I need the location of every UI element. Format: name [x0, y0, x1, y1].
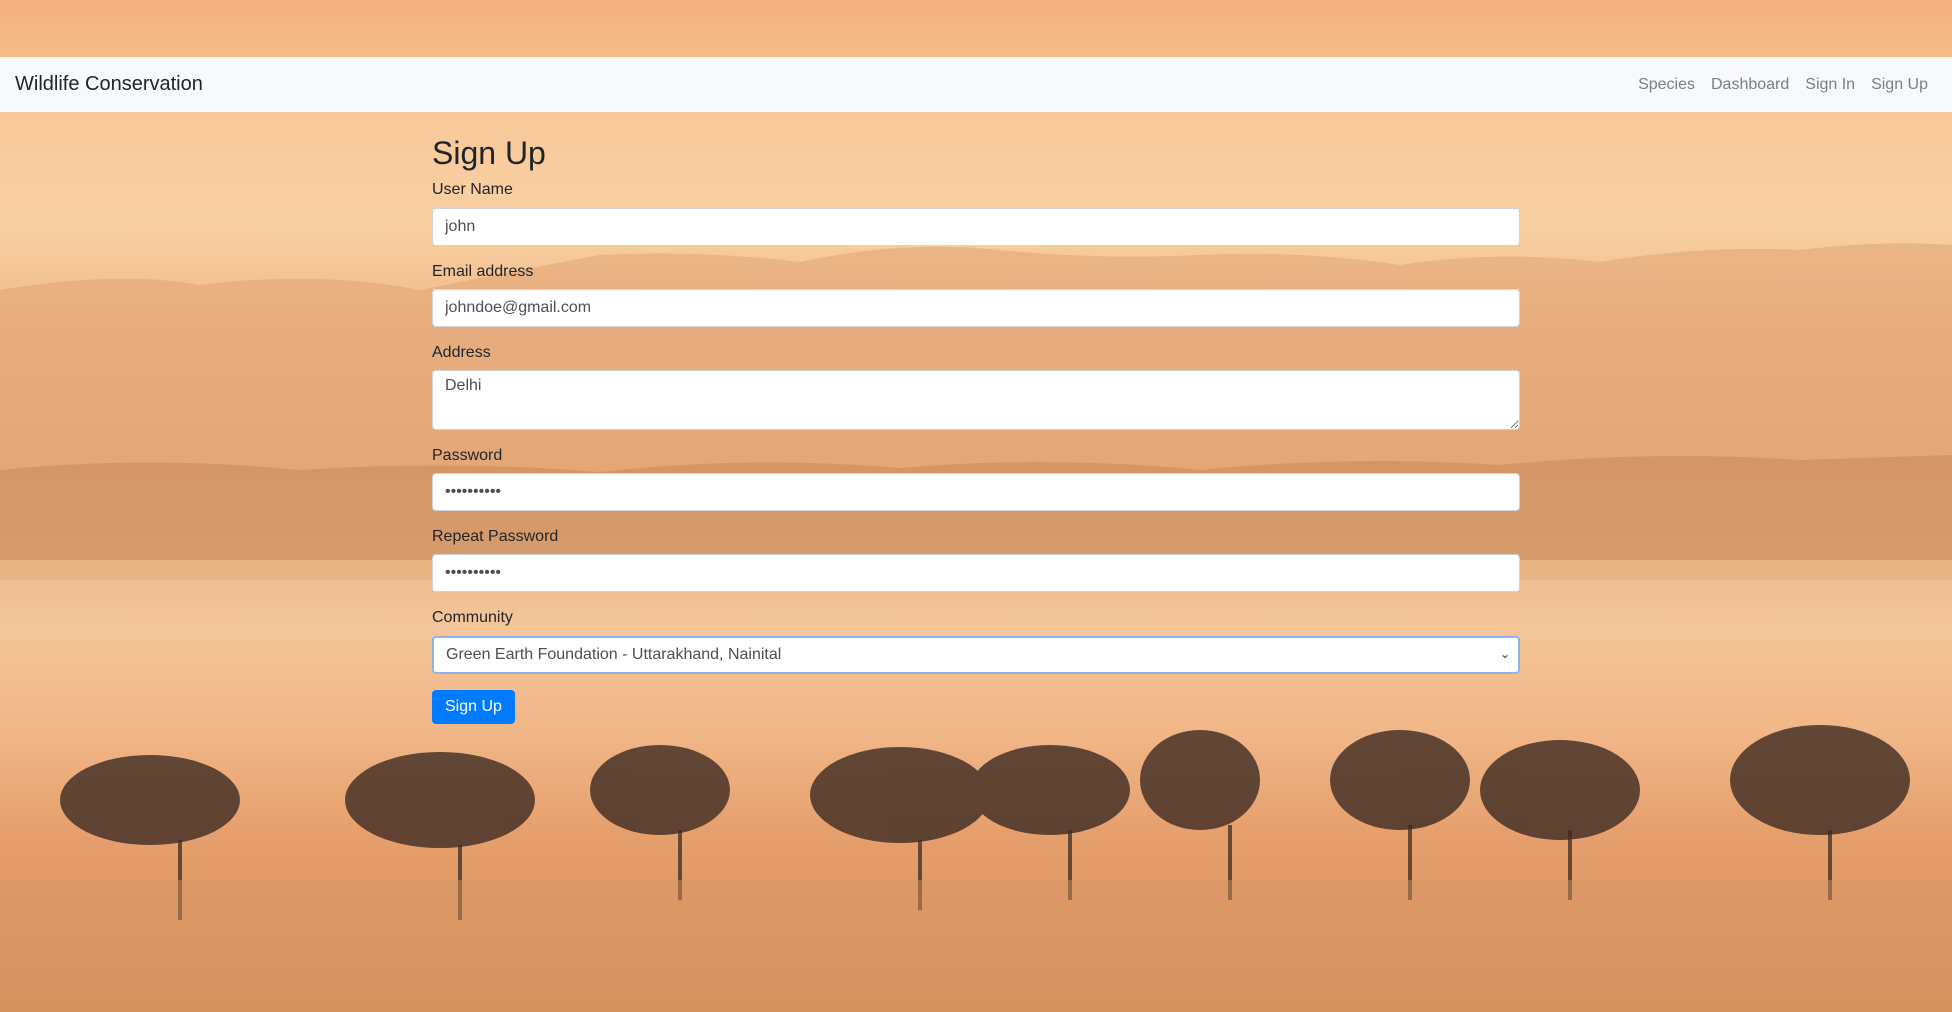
- username-group: User Name: [432, 180, 1520, 246]
- nav-link-sign-up[interactable]: Sign Up: [1863, 76, 1936, 94]
- brand-link[interactable]: Wildlife Conservation: [15, 73, 203, 96]
- address-textarea[interactable]: Delhi: [432, 369, 1520, 430]
- email-group: Email address: [432, 262, 1520, 327]
- signup-form-container: Sign Up User Name Email address Address …: [432, 112, 1520, 724]
- email-label: Email address: [432, 262, 534, 280]
- address-group: Address Delhi: [432, 343, 1520, 430]
- page-title: Sign Up: [432, 135, 546, 171]
- top-navbar: Wildlife Conservation Species Dashboard …: [0, 57, 1952, 112]
- nav-link-sign-in[interactable]: Sign In: [1797, 76, 1863, 94]
- nav-link-species[interactable]: Species: [1630, 76, 1703, 94]
- email-input[interactable]: [432, 288, 1520, 327]
- address-label: Address: [432, 343, 491, 361]
- nav-links: Species Dashboard Sign In Sign Up: [1630, 76, 1936, 94]
- username-input[interactable]: [432, 207, 1520, 246]
- sign-up-button[interactable]: Sign Up: [432, 689, 515, 724]
- password-group: Password: [432, 446, 1520, 512]
- password-input[interactable]: [432, 473, 1520, 512]
- username-label: User Name: [432, 181, 513, 199]
- community-select[interactable]: Green Earth Foundation - Uttarakhand, Na…: [432, 635, 1520, 674]
- nav-link-dashboard[interactable]: Dashboard: [1703, 76, 1797, 94]
- repeat-password-group: Repeat Password: [432, 527, 1520, 593]
- community-select-wrapper: Green Earth Foundation - Uttarakhand, Na…: [432, 635, 1520, 674]
- community-group: Community Green Earth Foundation - Uttar…: [432, 608, 1520, 674]
- repeat-password-input[interactable]: [432, 554, 1520, 593]
- password-label: Password: [432, 446, 503, 464]
- repeat-password-label: Repeat Password: [432, 528, 559, 546]
- community-label: Community: [432, 609, 513, 627]
